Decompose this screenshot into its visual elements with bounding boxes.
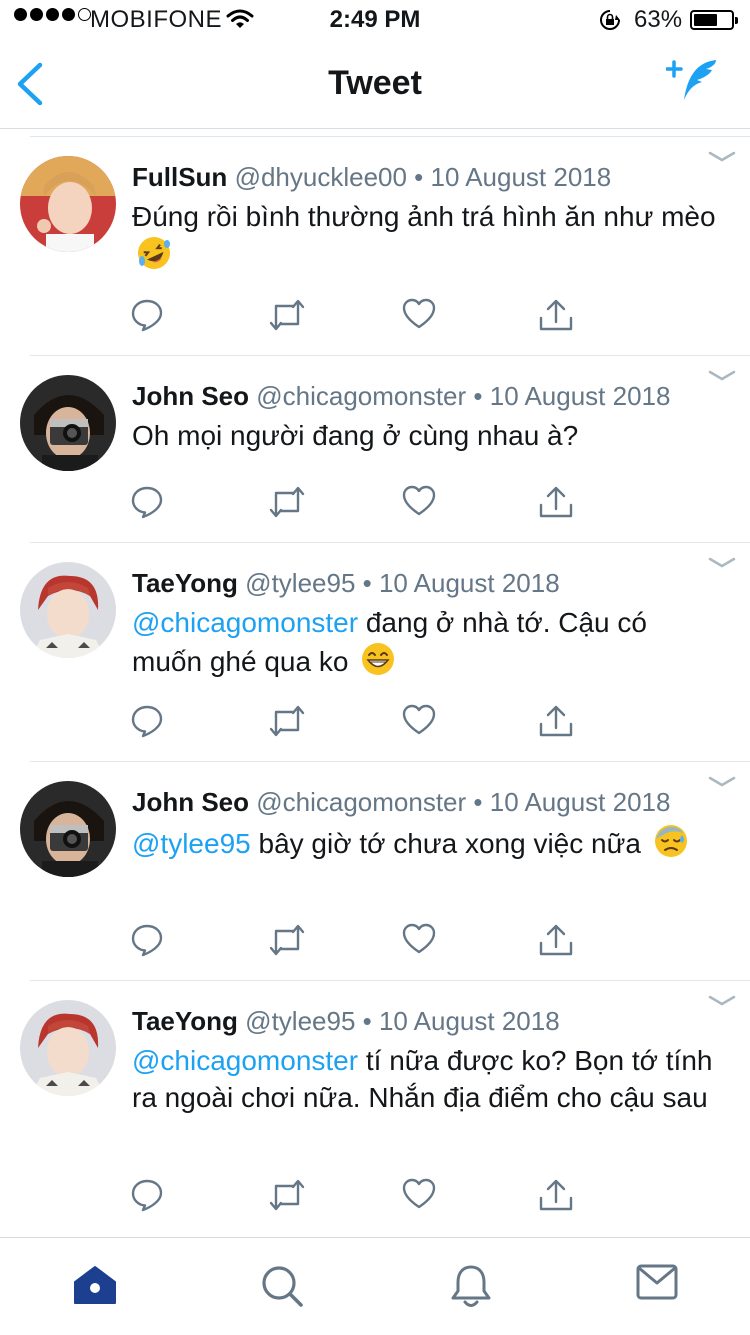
tweet-actions <box>130 485 590 521</box>
tweet-actions <box>130 298 590 334</box>
tweet-header: FullSun @dhyucklee00 • 10 August 2018 <box>132 162 611 193</box>
messages-icon[interactable] <box>636 1264 678 1305</box>
retweet-icon[interactable] <box>268 923 306 962</box>
tweet-meta: @tylee95 • 10 August 2018 <box>245 568 560 598</box>
tweet[interactable]: TaeYong @tylee95 • 10 August 2018 @chica… <box>0 982 750 1236</box>
tweet-meta: @dhyucklee00 • 10 August 2018 <box>234 162 612 192</box>
mention-link[interactable]: @tylee95 <box>132 828 251 859</box>
avatar[interactable] <box>20 156 116 252</box>
page-title: Tweet <box>328 64 422 102</box>
divider <box>30 355 750 356</box>
divider <box>30 136 750 137</box>
mention-link[interactable]: @chicagomonster <box>132 1045 358 1076</box>
divider <box>30 980 750 981</box>
status-bar: MOBIFONE 2:49 PM 63% <box>0 0 750 40</box>
share-icon[interactable] <box>538 298 574 337</box>
divider <box>30 761 750 762</box>
avatar[interactable] <box>20 375 116 471</box>
reply-icon[interactable] <box>130 1178 164 1217</box>
tweet-text: Đúng rồi bình thường ảnh trá hình ăn như… <box>132 198 722 280</box>
like-icon[interactable] <box>402 704 436 741</box>
share-icon[interactable] <box>538 485 574 524</box>
tweet[interactable]: John Seo @chicagomonster • 10 August 201… <box>0 763 750 981</box>
reply-icon[interactable] <box>130 704 164 743</box>
display-name[interactable]: TaeYong <box>132 568 238 598</box>
avatar[interactable] <box>20 781 116 877</box>
tweet-text: @chicagomonster đang ở nhà tớ. Cậu có mu… <box>132 604 722 686</box>
retweet-icon[interactable] <box>268 298 306 337</box>
navigation-bar: Tweet <box>0 40 750 129</box>
tweet-header: TaeYong @tylee95 • 10 August 2018 <box>132 1006 560 1037</box>
display-name[interactable]: John Seo <box>132 787 249 817</box>
chevron-down-icon[interactable] <box>708 150 736 169</box>
tweet-meta: @tylee95 • 10 August 2018 <box>245 1006 560 1036</box>
chevron-down-icon[interactable] <box>708 994 736 1013</box>
chevron-down-icon[interactable] <box>708 556 736 575</box>
tweet[interactable]: John Seo @chicagomonster • 10 August 201… <box>0 357 750 543</box>
compose-tweet-icon[interactable] <box>665 56 722 109</box>
tweet-actions <box>130 704 590 740</box>
tweet[interactable]: TaeYong @tylee95 • 10 August 2018 @chica… <box>0 544 750 762</box>
search-icon[interactable] <box>260 1264 304 1313</box>
like-icon[interactable] <box>402 298 436 335</box>
tweet[interactable]: FullSun @dhyucklee00 • 10 August 2018 Đú… <box>0 138 750 356</box>
tweet-text: @chicagomonster tí nữa được ko? Bọn tớ t… <box>132 1045 713 1113</box>
tweet-text: Oh mọi người đang ở cùng nhau à? <box>132 420 579 451</box>
reply-icon[interactable] <box>130 485 164 524</box>
tweet-meta: @chicagomonster • 10 August 2018 <box>256 381 671 411</box>
like-icon[interactable] <box>402 1178 436 1215</box>
reply-icon[interactable] <box>130 923 164 962</box>
like-icon[interactable] <box>402 923 436 960</box>
notifications-icon[interactable] <box>450 1264 492 1315</box>
like-icon[interactable] <box>402 485 436 522</box>
tweet-text: @tylee95 bây giờ tớ chưa xong việc nữa <box>132 823 722 868</box>
home-icon[interactable] <box>72 1264 118 1311</box>
retweet-icon[interactable] <box>268 485 306 524</box>
tweet-actions <box>130 1178 590 1214</box>
display-name[interactable]: TaeYong <box>132 1006 238 1036</box>
share-icon[interactable] <box>538 1178 574 1217</box>
share-icon[interactable] <box>538 704 574 743</box>
battery-percent: 63% <box>634 6 683 33</box>
tweet-header: John Seo @chicagomonster • 10 August 201… <box>132 381 670 412</box>
tweet-header: John Seo @chicagomonster • 10 August 201… <box>132 787 670 818</box>
grinning-emoji-icon <box>360 641 396 686</box>
tab-bar <box>0 1237 750 1335</box>
battery-icon <box>690 10 738 30</box>
reply-icon[interactable] <box>130 298 164 337</box>
tweet-actions <box>130 923 590 959</box>
chevron-down-icon[interactable] <box>708 369 736 388</box>
downcast-sweat-emoji-icon <box>653 823 689 868</box>
avatar[interactable] <box>20 1000 116 1096</box>
share-icon[interactable] <box>538 923 574 962</box>
divider <box>30 542 750 543</box>
chevron-down-icon[interactable] <box>708 775 736 794</box>
mention-link[interactable]: @chicagomonster <box>132 607 358 638</box>
retweet-icon[interactable] <box>268 704 306 743</box>
retweet-icon[interactable] <box>268 1178 306 1217</box>
display-name[interactable]: John Seo <box>132 381 249 411</box>
tweet-header: TaeYong @tylee95 • 10 August 2018 <box>132 568 560 599</box>
rofl-emoji-icon <box>136 235 172 280</box>
display-name[interactable]: FullSun <box>132 162 227 192</box>
tweet-meta: @chicagomonster • 10 August 2018 <box>256 787 671 817</box>
avatar[interactable] <box>20 562 116 658</box>
rotation-lock-icon <box>598 9 622 36</box>
